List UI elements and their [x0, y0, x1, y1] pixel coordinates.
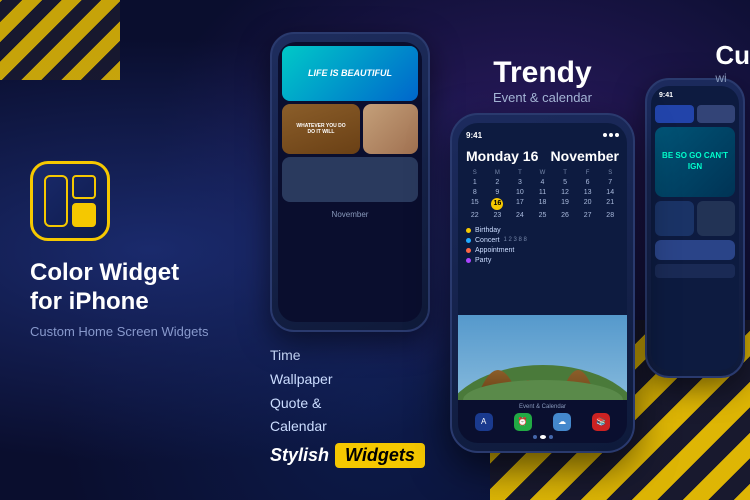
calendar-header: Monday 16 November	[458, 144, 627, 168]
event-appointment: Appointment	[466, 247, 619, 254]
phone-third-screen: 9:41 BE SO GO CAN'T IGN	[651, 86, 739, 370]
widget-grid-icon	[44, 175, 96, 227]
tile-whatever-text: WHATEVER YOU DODO IT WILL	[294, 121, 347, 137]
calendar-day: Monday 16	[466, 148, 538, 164]
tile-month-text: November	[332, 210, 369, 219]
left-section: Color Widget for iPhone Custom Home Scre…	[30, 161, 250, 340]
widget-cell-large	[44, 175, 68, 227]
trendy-subtitle: Event & calendar	[493, 90, 592, 105]
partial-subtitle-text: wi	[715, 71, 750, 85]
third-small-tile-1	[655, 105, 694, 123]
app-icon-appstore: A	[475, 413, 493, 431]
calendar-grid: S M T W T F S 1 2 3 4	[458, 168, 627, 223]
partial-title-text: Cu	[715, 40, 750, 71]
widget-cell-small-top	[72, 175, 96, 199]
third-quote-text: BE SO GO CAN'T IGN	[661, 151, 729, 172]
app-title: Color Widget for iPhone	[30, 259, 250, 317]
feature-time: Time	[270, 344, 333, 368]
event-name-appointment: Appointment	[475, 247, 514, 254]
event-name-concert: Concert	[475, 237, 500, 244]
calendar-day-labels: S M T W T F S	[464, 170, 621, 176]
event-dot-party	[466, 258, 471, 263]
trendy-section: Trendy Event & calendar 9:41 Mon	[450, 58, 635, 453]
pagination-dots	[464, 435, 621, 439]
third-phone-header: 9:41	[655, 90, 735, 101]
tile-life-text: LIFE IS BEAUTIFUL	[308, 68, 392, 79]
battery-icon	[615, 133, 619, 137]
calendar-month: November	[551, 148, 619, 164]
calendar-week4: 22 23 24 25 26 27 28	[464, 211, 621, 220]
event-dot-appointment	[466, 248, 471, 253]
app-icon	[30, 161, 110, 241]
phone-landscape-image	[458, 315, 627, 400]
event-list: Birthday Concert 1 2 3 8 8 Appointment	[458, 223, 627, 316]
phone-calendar: 9:41 Monday 16 November S	[450, 113, 635, 453]
app-icon-clock: ⏰	[514, 413, 532, 431]
third-small-bottom-1	[655, 201, 694, 236]
calendar-week2: 8 9 10 11 12 13 14	[464, 188, 621, 197]
phone-third-partial: 9:41 BE SO GO CAN'T IGN	[645, 78, 745, 378]
third-small-tile-2	[697, 105, 736, 123]
feature-quote: Quote &	[270, 392, 333, 416]
main-content: Color Widget for iPhone Custom Home Scre…	[0, 0, 750, 500]
nav-dot-3	[549, 435, 553, 439]
nav-dot-active	[540, 435, 546, 439]
phone-time: 9:41	[466, 131, 482, 140]
bottom-label: Event & Calendar	[464, 404, 621, 410]
wifi-icon	[609, 133, 613, 137]
phone-mockup-widgets: LIFE IS BEAUTIFUL WHATEVER YOU DODO IT W…	[270, 32, 430, 332]
feature-list: Time Wallpaper Quote & Calendar	[270, 344, 333, 439]
event-dot-birthday	[466, 228, 471, 233]
tile-month: November	[282, 205, 418, 225]
app-icon-weather: ☁	[553, 413, 571, 431]
arch-svg	[458, 315, 627, 400]
third-thin-tile	[655, 264, 735, 278]
trendy-title: Trendy	[493, 58, 592, 88]
third-tile-quote: BE SO GO CAN'T IGN	[655, 127, 735, 197]
tile-life: LIFE IS BEAUTIFUL	[282, 46, 418, 101]
signal-icon	[603, 133, 607, 137]
event-date-concert: 1 2 3 8 8	[504, 237, 527, 243]
phone-bottom-bar: Event & Calendar A ⏰ ☁	[458, 400, 627, 443]
app-title-line2: for iPhone	[30, 288, 149, 315]
event-concert: Concert 1 2 3 8 8	[466, 237, 619, 244]
calendar-week1: 1 2 3 4 5 6 7	[464, 178, 621, 187]
widgets-badge: Widgets	[335, 443, 425, 468]
event-name-party: Party	[475, 257, 491, 264]
app-icons-row: A ⏰ ☁ 📚	[464, 413, 621, 431]
calendar-week3: 15 16 17 18 19 20 21	[464, 198, 621, 210]
phone-calendar-screen: 9:41 Monday 16 November S	[458, 123, 627, 443]
tile-gray	[282, 157, 418, 202]
widget-cell-small-bottom	[72, 203, 96, 227]
arch-rock-image	[458, 315, 627, 400]
app-icon-books: 📚	[592, 413, 610, 431]
phone-status-bar: 9:41	[458, 123, 627, 144]
event-birthday: Birthday	[466, 227, 619, 234]
phone-screen-widgets: LIFE IS BEAUTIFUL WHATEVER YOU DODO IT W…	[278, 42, 422, 322]
app-title-line1: Color Widget	[30, 259, 179, 286]
third-bottom-row	[655, 201, 735, 236]
partial-title-overlay: Cu wi	[715, 40, 750, 85]
right-section: Trendy Event & calendar 9:41 Mon	[450, 48, 750, 453]
third-small-bottom-2	[697, 201, 736, 236]
third-phone-time: 9:41	[659, 92, 673, 99]
nav-dot-1	[533, 435, 537, 439]
stylish-label: Stylish	[270, 445, 329, 466]
app-subtitle: Custom Home Screen Widgets	[30, 324, 250, 339]
event-name-birthday: Birthday	[475, 227, 501, 234]
stylish-row: Stylish Widgets	[270, 443, 425, 468]
event-party: Party	[466, 257, 619, 264]
status-icons	[603, 133, 619, 137]
event-dot-concert	[466, 238, 471, 243]
third-long-tile	[655, 240, 735, 260]
middle-section: LIFE IS BEAUTIFUL WHATEVER YOU DODO IT W…	[250, 32, 450, 468]
feature-wallpaper: Wallpaper	[270, 368, 333, 392]
feature-calendar: Calendar	[270, 415, 333, 439]
